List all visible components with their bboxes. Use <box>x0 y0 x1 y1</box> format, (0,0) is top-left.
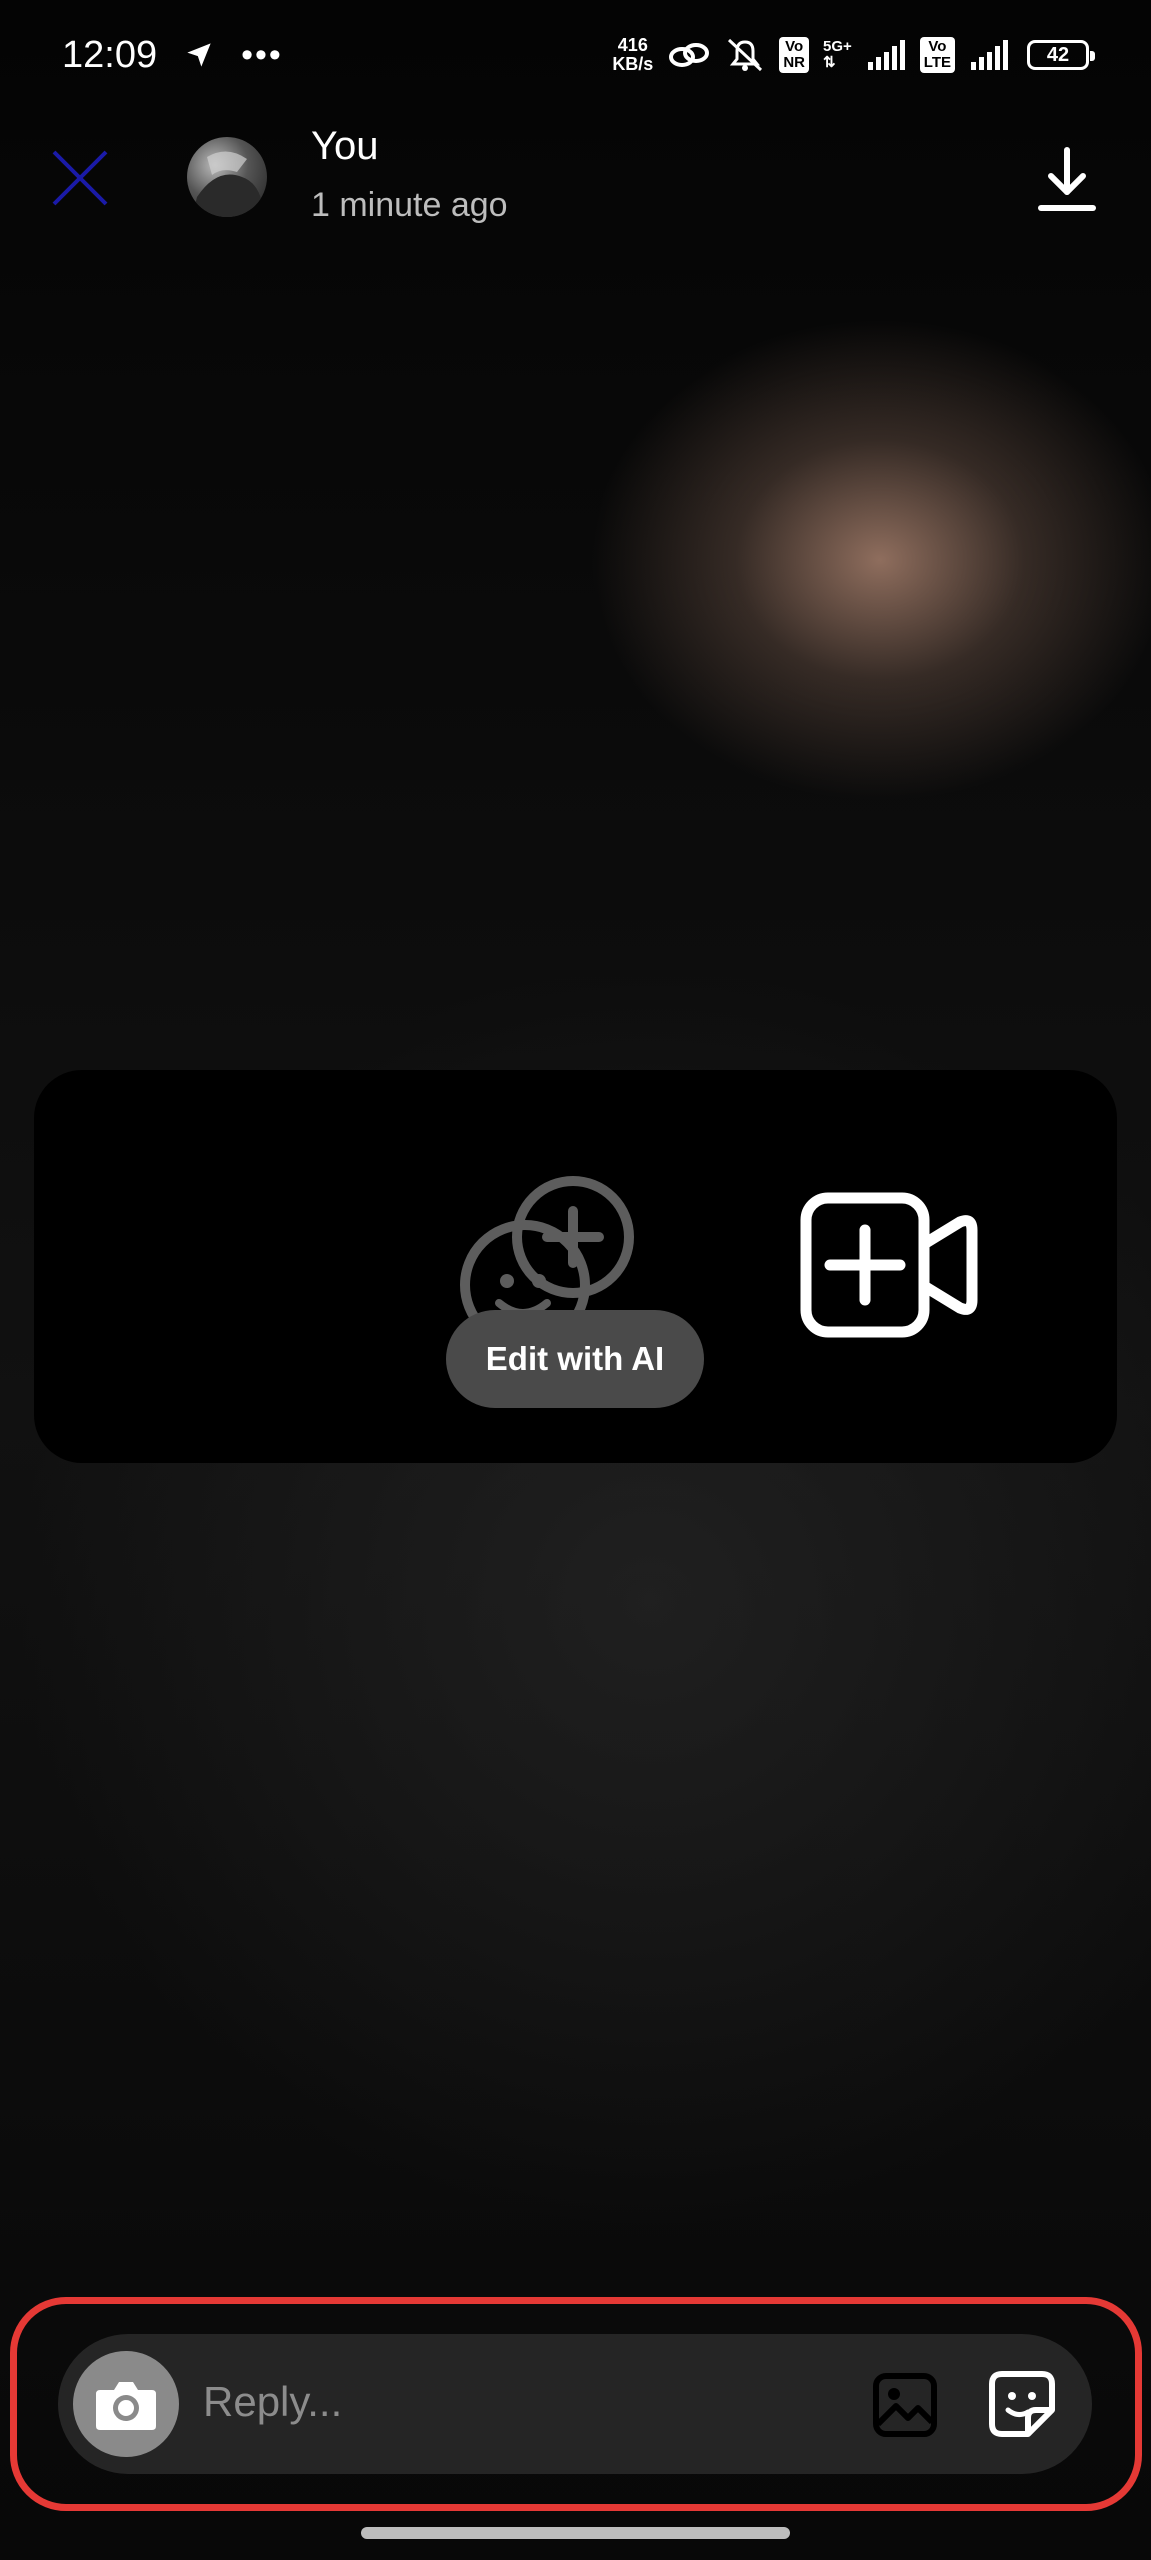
battery-indicator: 42 <box>1027 40 1095 70</box>
camera-icon <box>96 2382 156 2430</box>
avatar-photo <box>192 151 262 217</box>
avatar[interactable] <box>187 137 267 217</box>
status-bar: 12:09 ••• 416 KB/s Vo NR 5G+ ⇅ Vo LTE 42 <box>0 0 1151 110</box>
sticker-icon[interactable] <box>988 2370 1056 2438</box>
reply-bar: Reply... <box>58 2334 1092 2474</box>
gallery-icon[interactable] <box>872 2372 938 2438</box>
close-icon[interactable] <box>50 148 110 208</box>
reply-input[interactable]: Reply... <box>203 2378 342 2426</box>
network-5g-label: 5G+ ⇅ <box>823 38 852 71</box>
edit-with-ai-label: Edit with AI <box>485 1340 665 1377</box>
signal-strength-2-icon <box>971 40 1008 70</box>
status-time: 12:09 <box>62 33 158 76</box>
edit-with-ai-button[interactable]: Edit with AI <box>446 1310 704 1408</box>
more-notifications-icon: ••• <box>241 35 283 74</box>
signal-strength-icon <box>867 40 905 70</box>
story-username[interactable]: You <box>311 124 379 169</box>
story-header: You 1 minute ago <box>0 120 1151 240</box>
download-icon[interactable] <box>1035 144 1099 216</box>
home-indicator[interactable] <box>361 2527 790 2539</box>
story-timestamp: 1 minute ago <box>311 186 508 224</box>
hotspot-link-icon <box>669 43 710 67</box>
add-video-icon[interactable] <box>800 1192 978 1338</box>
location-arrow-icon <box>187 43 211 67</box>
volte-nr-badge: Vo NR <box>779 37 809 73</box>
camera-button[interactable] <box>73 2351 179 2457</box>
network-speed: 416 KB/s <box>612 35 654 74</box>
volte-lte-badge: Vo LTE <box>919 37 955 73</box>
muted-bell-icon <box>728 38 763 72</box>
